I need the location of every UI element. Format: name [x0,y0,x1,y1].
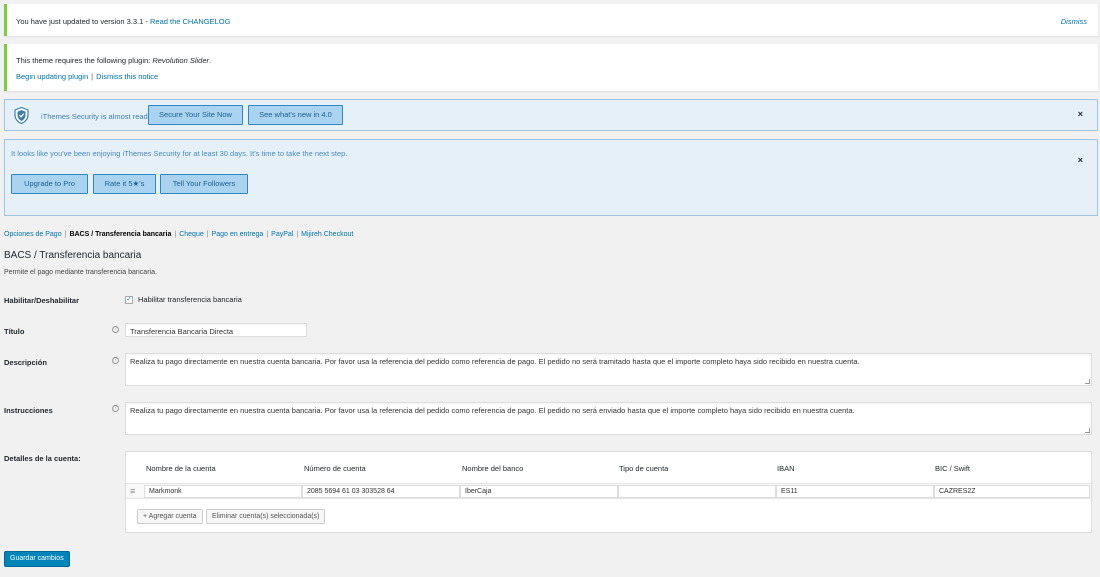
subnav-item-mijireh[interactable]: Mijireh Checkout [301,231,353,238]
subnav-separator: | [174,231,177,238]
update-message: You have just updated to version 3.3.1 - [16,17,150,26]
subnav-separator: | [296,231,299,238]
secure-site-button[interactable]: Secure Your Site Now [148,105,243,125]
payment-subnav: Opciones de Pago | BACS / Transferencia ba… [4,231,353,238]
title-label: Título [4,327,25,336]
plugin-notice: This theme requires the following plugin… [4,44,1098,91]
update-notice: You have just updated to version 3.3.1 -… [4,4,1098,36]
resize-handle-icon[interactable] [1085,379,1090,384]
dismiss-notice-link[interactable]: Dismiss this notice [96,72,158,81]
upgrade-to-pro-button[interactable]: Upgrade to Pro [11,174,88,194]
subnav-item-cheque[interactable]: Cheque [179,231,204,238]
ithemes-upgrade-notice: It looks like you've been enjoying iThem… [4,139,1098,216]
changelog-link[interactable]: Read the CHANGELOG [150,17,230,26]
page-title: BACS / Transferencia bancaria [4,250,142,261]
rate-button[interactable]: Rate it 5★'s [93,174,156,194]
ithemes-ready-message: iThemes Security is almost ready. [41,112,153,121]
table-row: ≡ Markmonk 2085 5694 61 03 303528 64 Ibe… [126,483,1091,499]
bank-name-input[interactable]: IberCaja [460,485,618,498]
add-account-button[interactable]: + Agregar cuenta [137,509,203,524]
subnav-item-bacs[interactable]: BACS / Transferencia bancaria [69,231,171,238]
ithemes-ready-notice: iThemes Security is almost ready. Secure… [4,99,1098,131]
instructions-text: Realiza tu pago directamente en nuestra … [130,406,855,415]
bic-swift-input[interactable]: CAZRES2Z [934,485,1090,498]
enable-checkbox-wrap: ✓ Habilitar transferencia bancaria [125,295,242,304]
column-header: Tipo de cuenta [619,464,669,473]
subnav-separator: | [206,231,209,238]
plugin-notice-prefix: This theme requires the following plugin… [16,56,153,65]
plugin-actions-separator: | [91,72,94,81]
plugin-name: Revolution Slider [152,56,210,65]
column-header: IBAN [777,464,795,473]
close-icon[interactable]: × [1078,155,1083,165]
account-number-input[interactable]: 2085 5694 61 03 303528 64 [302,485,460,498]
subnav-item-paypal[interactable]: PayPal [271,231,293,238]
resize-handle-icon[interactable] [1085,428,1090,433]
plugin-notice-actions: Begin updating plugin | Dismiss this notic… [16,72,158,81]
instructions-textarea[interactable]: Realiza tu pago directamente en nuestra … [125,402,1092,435]
subnav-separator: | [64,231,67,238]
column-header: Nombre del banco [462,464,524,473]
account-details-label: Detalles de la cuenta: [4,454,81,463]
plugin-notice-suffix: . [209,56,212,65]
description-textarea[interactable]: Realiza tu pago directamente en nuestra … [125,353,1092,386]
section-description: Permite el pago mediante transferencia b… [4,269,157,276]
account-name-input[interactable]: Markmonk [144,485,302,498]
subnav-item-opciones[interactable]: Opciones de Pago [4,231,62,238]
column-header: Número de cuenta [304,464,366,473]
subnav-item-pago-entrega[interactable]: Pago en entrega [212,231,264,238]
column-header: Nombre de la cuenta [146,464,216,473]
enable-checkbox-label[interactable]: Habilitar transferencia bancaria [138,295,242,304]
plugin-notice-text: This theme requires the following plugin… [16,56,211,65]
column-header: BIC / Swift [935,464,971,473]
remove-accounts-button[interactable]: Eliminar cuenta(s) seleccionada(s) [206,509,326,524]
tell-followers-button[interactable]: Tell Your Followers [160,174,248,194]
subnav-separator: | [266,231,269,238]
help-icon: ? [112,405,119,412]
enable-checkbox[interactable]: ✓ [125,295,133,304]
enable-label: Habilitar/Deshabilitar [4,296,80,305]
instructions-label: Instrucciones [4,406,53,415]
close-icon[interactable]: × [1078,109,1083,119]
ithemes-upgrade-message: It looks like you've been enjoying iThem… [11,149,348,158]
iban-input[interactable]: ES11 [776,485,934,498]
title-input[interactable]: Transferencia Bancaria Directa [125,323,307,337]
help-icon: ? [112,357,119,364]
whats-new-button[interactable]: See what's new in 4.0 [248,105,343,125]
account-type-input[interactable] [618,485,776,498]
description-text: Realiza tu pago directamente en nuestra … [130,357,860,366]
help-icon: ? [112,326,119,333]
account-details-table: Nombre de la cuenta Número de cuenta Nom… [125,451,1092,533]
update-notice-text: You have just updated to version 3.3.1 -… [16,17,230,26]
save-changes-button[interactable]: Guardar cambios [4,551,70,567]
dismiss-link[interactable]: Dismiss [1061,17,1087,26]
begin-updating-plugin-link[interactable]: Begin updating plugin [16,72,88,81]
drag-handle-icon[interactable]: ≡ [130,487,135,496]
description-label: Descripción [4,358,47,367]
shield-icon [14,107,29,124]
